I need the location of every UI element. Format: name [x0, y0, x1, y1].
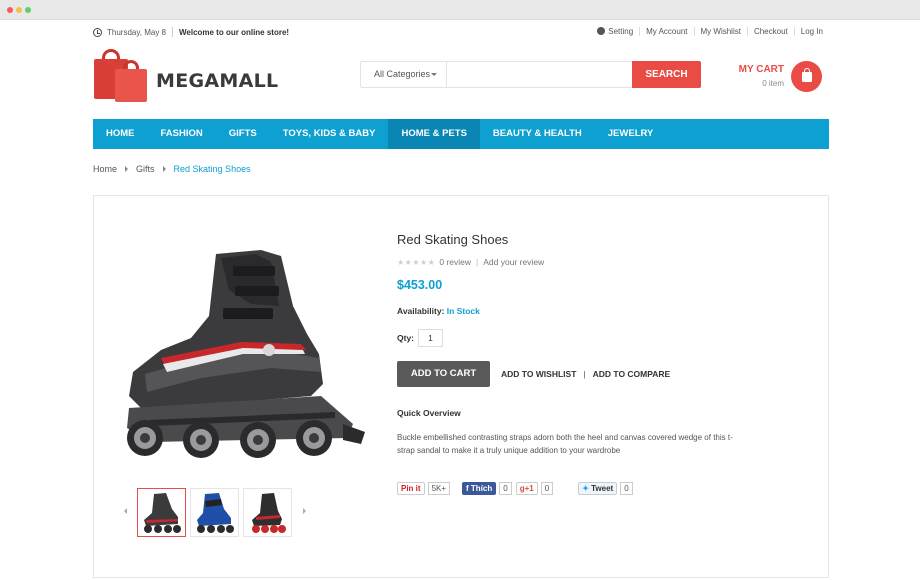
chevron-right-icon — [162, 166, 166, 172]
nav-item-home[interactable]: HOME — [93, 119, 148, 149]
rating-stars: ★★★★★ — [397, 257, 436, 267]
search-button[interactable]: SEARCH — [632, 61, 701, 88]
quantity-row: Qty: 1 — [397, 329, 757, 347]
my-account-link[interactable]: My Account — [639, 27, 693, 36]
login-link[interactable]: Log In — [793, 27, 829, 36]
search-input[interactable] — [448, 62, 634, 87]
clock-icon — [93, 27, 102, 37]
product-actions: ADD TO CART ADD TO WISHLIST | ADD TO COM… — [397, 361, 757, 387]
minimize-window-dot[interactable] — [16, 7, 22, 13]
thumbnail-1[interactable] — [137, 488, 186, 537]
search-bar: All Categories SEARCH — [360, 61, 701, 88]
nav-item-jewelry[interactable]: JEWELRY — [595, 119, 667, 149]
setting-link[interactable]: Setting — [591, 27, 639, 36]
breadcrumb: Home Gifts Red Skating Shoes — [93, 164, 829, 174]
add-to-cart-button[interactable]: ADD TO CART — [397, 361, 490, 387]
header: MEGAMALL All Categories SEARCH MY CART 0… — [93, 47, 829, 105]
category-select[interactable]: All Categories — [361, 62, 447, 87]
breadcrumb-current: Red Skating Shoes — [173, 164, 251, 174]
review-count[interactable]: 0 review — [439, 257, 471, 267]
product-description: Buckle embellished contrasting straps ad… — [397, 433, 733, 455]
logo-text: MEGAMALL — [156, 70, 279, 92]
shopping-bag-icon — [802, 68, 812, 82]
cart-label: MY CART — [738, 64, 784, 75]
nav-item-beauty-health[interactable]: BEAUTY & HEALTH — [480, 119, 595, 149]
tweet-button[interactable]: ✦ Tweet — [578, 482, 618, 495]
browser-chrome — [0, 0, 920, 20]
qty-label: Qty: — [397, 333, 414, 343]
nav-item-toys-kids-baby[interactable]: TOYS, KIDS & BABY — [270, 119, 389, 149]
twitter-icon: ✦ — [582, 484, 592, 493]
checkout-link[interactable]: Checkout — [746, 27, 794, 36]
cart-button[interactable] — [791, 61, 822, 92]
nav-item-fashion[interactable]: FASHION — [148, 119, 216, 149]
shopping-bag-icon — [115, 69, 147, 102]
tweet-count: 0 — [620, 482, 633, 495]
logo[interactable]: MEGAMALL — [93, 47, 283, 105]
welcome-text: Welcome to our online store! — [178, 27, 290, 37]
thumbnail-next-arrow[interactable] — [303, 508, 306, 514]
google-plus-count: 0 — [540, 482, 554, 495]
rating-row: ★★★★★ 0 review | Add your review — [397, 257, 545, 267]
globe-icon — [597, 27, 606, 35]
add-to-compare-link[interactable]: ADD TO COMPARE — [593, 369, 671, 379]
nav-item-gifts[interactable]: GIFTS — [216, 119, 270, 149]
add-review-link[interactable]: Add your review — [483, 257, 544, 267]
product-title: Red Skating Shoes — [397, 232, 509, 247]
product-image[interactable] — [121, 246, 373, 460]
facebook-like-button[interactable]: f Thích — [462, 482, 497, 495]
pinterest-button[interactable]: Pin it — [397, 482, 425, 495]
product-panel: Red Skating Shoes ★★★★★ 0 review | Add y… — [93, 195, 829, 578]
main-nav: HOME FASHION GIFTS TOYS, KIDS & BABY HOM… — [93, 119, 829, 149]
chevron-right-icon — [125, 166, 129, 172]
quick-overview-heading: Quick Overview — [397, 408, 461, 418]
date-text: Thursday, May 8 — [107, 27, 166, 37]
thumbnail-3[interactable] — [243, 488, 292, 537]
nav-item-home-pets[interactable]: HOME & PETS — [388, 119, 480, 149]
thumbnail-prev-arrow[interactable] — [124, 508, 127, 514]
stock-status: In Stock — [446, 306, 480, 316]
thumbnail-strip — [124, 488, 314, 538]
maximize-window-dot[interactable] — [25, 7, 31, 13]
close-window-dot[interactable] — [7, 7, 13, 13]
top-bar: Thursday, May 8 Welcome to our online st… — [93, 27, 829, 41]
pinterest-count: 5K+ — [427, 482, 451, 495]
quantity-input[interactable]: 1 — [418, 329, 443, 347]
breadcrumb-gifts[interactable]: Gifts — [136, 164, 155, 174]
product-price: $453.00 — [397, 278, 443, 292]
breadcrumb-home[interactable]: Home — [93, 164, 117, 174]
google-plus-button[interactable]: g+1 — [515, 482, 538, 495]
mini-cart[interactable]: MY CART 0 item — [729, 61, 829, 93]
product-info: Red Skating Shoes ★★★★★ 0 review | Add y… — [397, 232, 757, 495]
cart-count: 0 item — [762, 79, 784, 88]
facebook-count: 0 — [499, 482, 512, 495]
thumbnail-2[interactable] — [190, 488, 239, 537]
my-wishlist-link[interactable]: My Wishlist — [693, 27, 747, 36]
availability: Availability: In Stock — [397, 306, 480, 316]
share-bar: Pin it 5K+ f Thích 0 g+1 0 ✦ Tweet 0 — [397, 482, 757, 495]
caret-down-icon — [431, 73, 437, 76]
add-to-wishlist-link[interactable]: ADD TO WISHLIST — [501, 369, 576, 379]
